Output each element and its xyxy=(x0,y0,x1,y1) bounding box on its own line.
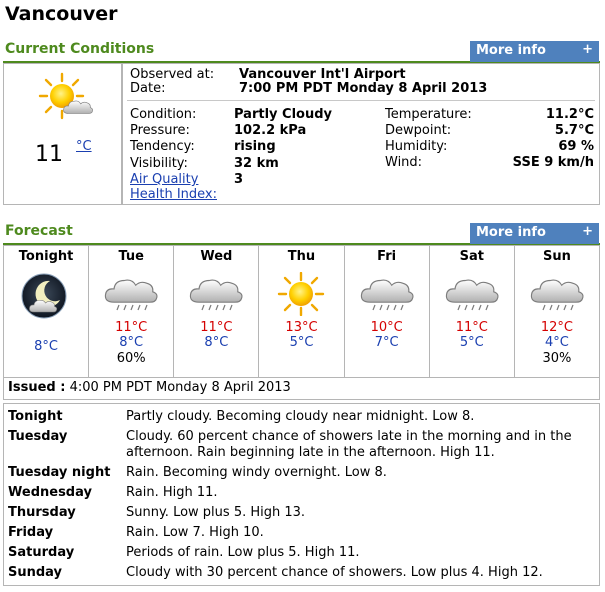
current-more-info-button[interactable]: More info + xyxy=(470,41,599,62)
high-temp: 11°C xyxy=(455,320,488,335)
details-divider xyxy=(127,100,595,101)
day-name: Sat xyxy=(459,249,484,264)
current-conditions-title: Current Conditions xyxy=(5,41,155,57)
forecast-day: Thu 13°C 5°C xyxy=(258,245,345,378)
condition-value: Partly Cloudy xyxy=(234,107,332,122)
night-partly-cloudy-icon xyxy=(21,273,67,319)
day-name: Tonight xyxy=(18,249,74,264)
more-info-label: More info xyxy=(476,43,546,58)
rain-icon xyxy=(105,279,158,311)
date-label: Date: xyxy=(130,81,166,96)
forecast-more-info-button[interactable]: More info + xyxy=(470,223,599,244)
condition-label: Condition: xyxy=(130,107,197,122)
humidity-label: Humidity: xyxy=(385,139,448,154)
temperature-value: 11.2°C xyxy=(545,107,594,122)
visibility-label: Visibility: xyxy=(130,156,188,171)
low-temp: 4°C xyxy=(544,335,569,350)
forecast-day: Sun 12°C 4°C 30% xyxy=(513,245,601,378)
period-text: Periods of rain. Low plus 5. High 11. xyxy=(126,545,360,560)
precip-chance: 30% xyxy=(542,351,572,366)
period-name: Saturday xyxy=(8,545,75,560)
precip-chance: 60% xyxy=(116,351,146,366)
dewpoint-label: Dewpoint: xyxy=(385,123,452,138)
period-name: Friday xyxy=(8,525,54,540)
period-text: Cloudy. 60 percent chance of showers lat… xyxy=(126,429,572,460)
forecast-table: Tonight 8°C Tue 11°C 8°C 60% Wed 11°C 8°… xyxy=(2,245,601,378)
air-quality-link[interactable]: Air Quality xyxy=(130,172,198,187)
low-temp: 5°C xyxy=(289,335,314,350)
issued-value: 4:00 PM PDT Monday 8 April 2013 xyxy=(69,380,291,395)
issued-label: Issued : xyxy=(8,380,66,395)
partly-cloudy-icon xyxy=(38,72,93,120)
temp-unit-link[interactable]: °C xyxy=(76,139,92,154)
period-text: Sunny. Low plus 5. High 13. xyxy=(126,505,306,520)
rain-icon xyxy=(190,279,243,311)
period-name: Wednesday xyxy=(8,485,92,500)
wind-label: Wind: xyxy=(385,155,423,170)
day-name: Thu xyxy=(287,249,316,264)
forecast-day: Fri 10°C 7°C xyxy=(343,245,430,378)
high-temp: 11°C xyxy=(200,320,233,335)
day-name: Sun xyxy=(542,249,571,264)
wind-value: SSE 9 km/h xyxy=(512,155,594,170)
period-name: Sunday xyxy=(8,565,63,580)
text-forecast-panel: Tonight Partly cloudy. Becoming cloudy n… xyxy=(3,403,600,586)
plus-icon: + xyxy=(582,224,593,239)
high-temp: 12°C xyxy=(540,320,573,335)
current-icon-panel: 11 °C xyxy=(3,63,122,205)
pressure-value: 102.2 kPa xyxy=(234,123,307,138)
rain-icon xyxy=(360,279,414,311)
dewpoint-value: 5.7°C xyxy=(554,123,594,138)
tendency-label: Tendency: xyxy=(130,139,195,154)
high-temp: 13°C xyxy=(285,320,318,335)
day-name: Tue xyxy=(118,249,144,264)
low-temp: 8°C xyxy=(119,335,144,350)
high-temp: 10°C xyxy=(370,320,403,335)
period-text: Rain. High 11. xyxy=(126,485,218,500)
rain-icon xyxy=(530,279,584,311)
forecast-title: Forecast xyxy=(5,223,73,239)
high-temp: 11°C xyxy=(115,320,148,335)
forecast-day: Sat 11°C 5°C xyxy=(428,245,515,378)
period-name: Tonight xyxy=(8,409,63,424)
low-temp: 7°C xyxy=(374,335,399,350)
forecast-day: Tue 11°C 8°C 60% xyxy=(88,245,175,378)
tendency-value: rising xyxy=(234,139,276,154)
city-title: Vancouver xyxy=(5,3,118,25)
issued-row: Issued : 4:00 PM PDT Monday 8 April 2013 xyxy=(3,378,600,400)
aqhi-value: 3 xyxy=(234,172,244,187)
period-text: Rain. Becoming windy overnight. Low 8. xyxy=(126,465,387,480)
pressure-label: Pressure: xyxy=(130,123,190,138)
period-text: Rain. Low 7. High 10. xyxy=(126,525,264,540)
temperature-label: Temperature: xyxy=(385,107,472,122)
sun-icon xyxy=(278,272,325,316)
visibility-value: 32 km xyxy=(234,156,279,171)
day-name: Fri xyxy=(377,249,397,264)
low-temp: 8°C xyxy=(34,339,58,354)
low-temp: 8°C xyxy=(204,335,229,350)
health-index-link[interactable]: Health Index: xyxy=(130,187,217,202)
period-name: Tuesday xyxy=(8,429,68,444)
more-info-label: More info xyxy=(476,225,546,240)
date-value: 7:00 PM PDT Monday 8 April 2013 xyxy=(239,81,488,96)
high-temp xyxy=(4,324,88,339)
plus-icon: + xyxy=(582,42,593,57)
period-name: Thursday xyxy=(8,505,76,520)
period-name: Tuesday night xyxy=(8,465,111,480)
observed-label: Observed at: xyxy=(130,67,215,82)
observed-value: Vancouver Int'l Airport xyxy=(239,67,406,82)
current-temp-value: 11 xyxy=(35,142,63,167)
period-text: Partly cloudy. Becoming cloudy near midn… xyxy=(126,409,475,424)
humidity-value: 69 % xyxy=(558,139,594,154)
day-name: Wed xyxy=(200,249,233,264)
low-temp: 5°C xyxy=(459,335,484,350)
rain-icon xyxy=(445,279,499,311)
period-text: Cloudy with 30 percent chance of showers… xyxy=(126,565,543,580)
forecast-day: Wed 11°C 8°C xyxy=(173,245,260,378)
forecast-day: Tonight 8°C xyxy=(2,245,90,378)
